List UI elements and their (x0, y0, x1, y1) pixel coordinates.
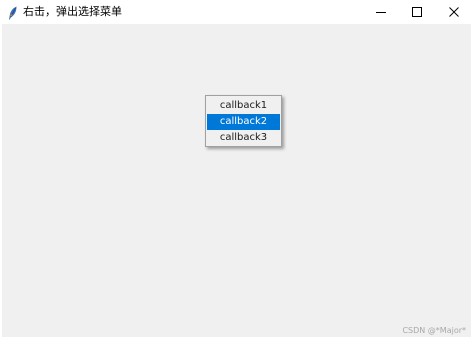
maximize-icon (412, 7, 422, 17)
menu-item-callback1[interactable]: callback1 (207, 98, 280, 114)
menu-item-label: callback1 (219, 100, 268, 111)
menu-item-callback3[interactable]: callback3 (207, 130, 280, 146)
popup-menu: callback1 callback2 callback3 (205, 95, 282, 147)
maximize-button[interactable] (399, 0, 435, 24)
app-window: 右击，弹出选择菜单 callback1 callback2 callback3 … (0, 0, 474, 340)
close-icon (449, 7, 459, 17)
menu-item-label: callback2 (219, 116, 268, 127)
close-button[interactable] (436, 0, 472, 24)
feather-icon (8, 5, 18, 20)
minimize-icon (376, 12, 386, 13)
watermark: CSDN @*Major* (402, 326, 466, 335)
title-bar[interactable]: 右击，弹出选择菜单 (0, 0, 474, 24)
window-title: 右击，弹出选择菜单 (23, 5, 122, 18)
client-area[interactable] (2, 24, 471, 337)
minimize-button[interactable] (363, 0, 399, 24)
menu-item-callback2[interactable]: callback2 (207, 114, 280, 130)
menu-item-label: callback3 (219, 132, 268, 143)
